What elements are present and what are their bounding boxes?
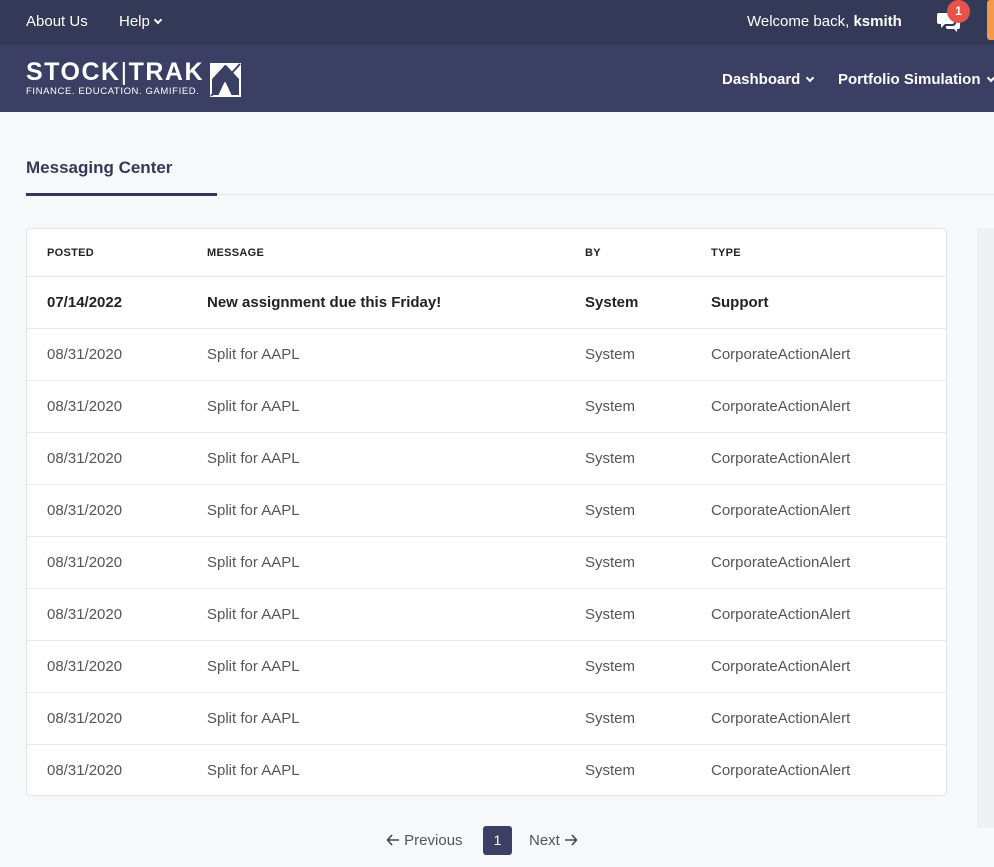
page-number-current[interactable]: 1 [483,826,512,855]
notification-badge: 1 [947,0,970,23]
cell-type: Support [711,294,769,311]
help-menu[interactable]: Help [119,13,163,30]
table-row[interactable]: 07/14/2022 New assignment due this Frida… [27,277,946,329]
table-row[interactable]: 08/31/2020 Split for AAPL System Corpora… [27,537,946,589]
next-page-button[interactable]: Next [529,832,578,849]
logo-tagline: FINANCE. EDUCATION. GAMIFIED. [26,86,200,97]
about-us-link[interactable]: About Us [26,13,88,30]
messages-table: POSTED MESSAGE BY TYPE 07/14/2022 New as… [26,228,947,796]
pagination: Previous 1 Next [0,826,994,856]
cell-by: System [585,398,636,415]
cell-message[interactable]: New assignment due this Friday! [207,294,441,311]
table-row[interactable]: 08/31/2020 Split for AAPL System Corpora… [27,433,946,485]
cell-by: System [585,658,636,675]
cell-type: CorporateActionAlert [711,346,851,363]
cell-by: System [585,346,636,363]
table-row[interactable]: 08/31/2020 Split for AAPL System Corpora… [27,693,946,745]
username[interactable]: ksmith [853,13,901,30]
cell-by: System [585,502,636,519]
arrow-right-icon [565,834,578,846]
account-menu-tab[interactable] [987,0,994,40]
cell-by: System [585,450,636,467]
logo-wordmark: STOCK|TRAK [26,59,204,85]
cell-by: System [585,294,639,311]
tab-messaging-center[interactable]: Messaging Center [26,158,172,178]
next-label: Next [529,832,560,849]
side-panel [977,228,994,828]
main-navbar: STOCK|TRAK FINANCE. EDUCATION. GAMIFIED.… [0,45,994,112]
cell-type: CorporateActionAlert [711,502,851,519]
logo-separator: | [120,58,129,86]
cell-posted: 08/31/2020 [47,398,123,415]
cell-message[interactable]: Split for AAPL [207,762,300,779]
cell-posted: 08/31/2020 [47,502,123,519]
cell-posted: 08/31/2020 [47,606,123,623]
welcome-message: Welcome back, ksmith [747,13,902,30]
logo-word-trak: TRAK [128,58,204,86]
cell-posted: 08/31/2020 [47,554,123,571]
cell-type: CorporateActionAlert [711,554,851,571]
cell-message[interactable]: Split for AAPL [207,502,300,519]
cell-type: CorporateActionAlert [711,450,851,467]
column-header-by[interactable]: BY [585,247,601,259]
cell-message[interactable]: Split for AAPL [207,554,300,571]
stocktrak-logo[interactable]: STOCK|TRAK FINANCE. EDUCATION. GAMIFIED. [26,59,204,97]
cell-type: CorporateActionAlert [711,710,851,727]
cell-by: System [585,710,636,727]
cell-posted: 08/31/2020 [47,346,123,363]
cell-type: CorporateActionAlert [711,762,851,779]
cell-type: CorporateActionAlert [711,398,851,415]
cell-posted: 08/31/2020 [47,710,123,727]
table-row[interactable]: 08/31/2020 Split for AAPL System Corpora… [27,329,946,381]
nav-dashboard[interactable]: Dashboard [722,71,815,88]
table-row[interactable]: 08/31/2020 Split for AAPL System Corpora… [27,641,946,693]
nav-dashboard-label: Dashboard [722,71,801,88]
chevron-down-icon [986,73,994,83]
arrow-left-icon [386,834,399,846]
cell-message[interactable]: Split for AAPL [207,606,300,623]
table-row[interactable]: 08/31/2020 Split for AAPL System Corpora… [27,381,946,433]
top-utility-bar: About Us Help Welcome back, ksmith 1 [0,0,994,45]
cell-posted: 07/14/2022 [47,294,123,311]
chevron-down-icon [806,73,815,83]
cell-type: CorporateActionAlert [711,658,851,675]
cell-by: System [585,554,636,571]
cell-message[interactable]: Split for AAPL [207,346,300,363]
nav-portfolio-label: Portfolio Simulation [838,71,981,88]
column-header-message[interactable]: MESSAGE [207,247,264,259]
cell-message[interactable]: Split for AAPL [207,398,300,415]
cell-posted: 08/31/2020 [47,450,123,467]
column-header-type[interactable]: TYPE [711,247,741,259]
previous-page-button[interactable]: Previous [386,832,463,849]
cell-posted: 08/31/2020 [47,658,123,675]
cell-message[interactable]: Split for AAPL [207,450,300,467]
table-row[interactable]: 08/31/2020 Split for AAPL System Corpora… [27,485,946,537]
help-label: Help [119,13,150,30]
welcome-prefix: Welcome back, [747,13,854,30]
cell-by: System [585,606,636,623]
previous-label: Previous [404,832,463,849]
nav-portfolio-simulation[interactable]: Portfolio Simulation [838,71,994,88]
tab-active-indicator [26,193,217,196]
cell-message[interactable]: Split for AAPL [207,710,300,727]
logo-mark-icon [210,63,241,97]
cell-type: CorporateActionAlert [711,606,851,623]
table-row[interactable]: 08/31/2020 Split for AAPL System Corpora… [27,745,946,795]
cell-posted: 08/31/2020 [47,762,123,779]
logo-word-stock: STOCK [26,58,121,86]
table-header: POSTED MESSAGE BY TYPE [27,229,946,277]
chevron-down-icon [153,15,163,25]
table-row[interactable]: 08/31/2020 Split for AAPL System Corpora… [27,589,946,641]
column-header-posted[interactable]: POSTED [47,247,94,259]
cell-by: System [585,762,636,779]
cell-message[interactable]: Split for AAPL [207,658,300,675]
